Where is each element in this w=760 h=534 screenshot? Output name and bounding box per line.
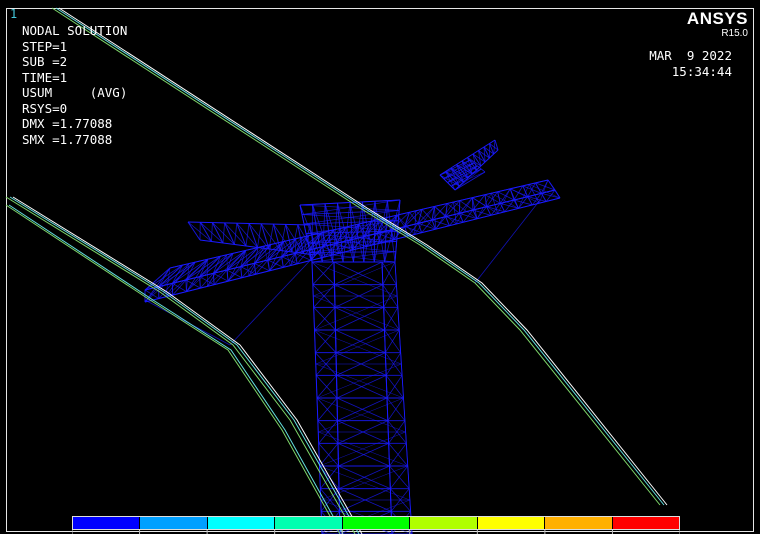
legend-color-cell-2: [140, 517, 208, 529]
legend-color-cell-6: [410, 517, 478, 529]
stamp-time: 15:34:44: [671, 63, 732, 79]
legend-tick-marks: [72, 530, 680, 534]
tower-body-mesh: [311, 261, 413, 534]
info-line-sub: SUB =2: [22, 54, 68, 69]
legend-color-cell-7: [477, 517, 546, 529]
info-line-dmx: DMX =1.77088: [22, 116, 113, 131]
legend-color-cell-1: [73, 517, 141, 529]
legend-color-cell-3: [207, 517, 276, 529]
legend-color-cell-5: [342, 517, 411, 529]
legend-color-cell-8: [545, 517, 613, 529]
brand-name: ANSYS: [686, 9, 748, 28]
ansys-logo: ANSYS R15.0: [687, 9, 748, 39]
stamp-date: MAR 9 2022: [649, 48, 732, 63]
brand-version: R15.0: [721, 28, 748, 39]
legend-color-cell-9: [612, 517, 679, 529]
window-number: 1: [10, 7, 18, 21]
info-line-smx: SMX =1.77088: [22, 131, 113, 147]
info-line-rsys: RSYS=0: [22, 100, 68, 116]
date-time-stamp: MAR 9 2022 15:34:44: [649, 48, 732, 79]
contour-legend-bar: [72, 516, 680, 530]
result-title: NODAL SOLUTION: [22, 23, 128, 38]
result-info-block: NODAL SOLUTION STEP=1 SUB =2 TIME=1 USUM…: [22, 23, 127, 147]
legend-color-cell-4: [275, 517, 343, 529]
info-line-step: STEP=1: [22, 38, 68, 54]
info-line-time: TIME=1: [22, 69, 68, 85]
info-line-usum: USUM (AVG): [22, 85, 128, 100]
tower-peak-mesh: [439, 139, 499, 191]
